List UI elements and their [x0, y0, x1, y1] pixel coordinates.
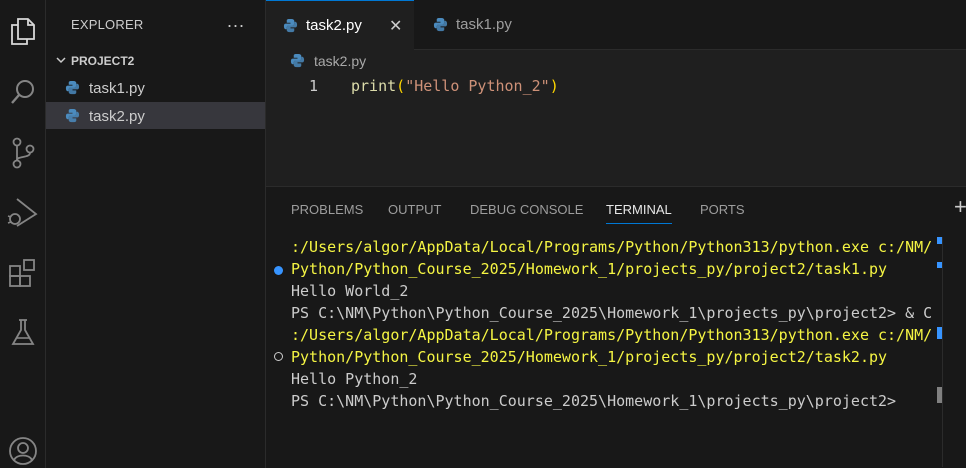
tab-label: task2.py [306, 17, 362, 34]
testing-icon[interactable] [0, 310, 46, 356]
tab-problems[interactable]: PROBLEMS [291, 202, 363, 217]
sidebar-title: EXPLORER [71, 17, 144, 32]
python-file-icon [290, 53, 305, 68]
code-line[interactable]: print("Hello Python_2") [351, 77, 559, 95]
code-token-paren: ( [396, 77, 406, 95]
terminal-line: Hello Python_2 [291, 370, 418, 388]
tab-label: task1.py [456, 16, 512, 33]
code-token-function: print [351, 77, 397, 95]
python-file-icon [65, 108, 80, 123]
scrollbar-marker [937, 327, 942, 339]
tab-terminal[interactable]: TERMINAL [606, 202, 672, 217]
explorer-icon[interactable] [0, 8, 46, 54]
tab-task2[interactable]: task2.py ✕ [266, 0, 414, 50]
code-token-paren: ) [549, 77, 559, 95]
run-debug-icon[interactable] [0, 190, 46, 236]
more-actions-button[interactable]: ... [227, 11, 245, 32]
scrollbar-marker [937, 262, 942, 268]
scrollbar-thumb[interactable] [937, 387, 942, 403]
file-item-task2[interactable]: task2.py [46, 102, 265, 129]
bottom-panel: PROBLEMS OUTPUT DEBUG CONSOLE TERMINAL P… [266, 186, 966, 468]
breadcrumb-file[interactable]: task2.py [314, 53, 366, 69]
terminal-line: :/Users/algor/AppData/Local/Programs/Pyt… [291, 326, 931, 344]
tab-debug-console[interactable]: DEBUG CONSOLE [470, 202, 583, 217]
python-file-icon [283, 18, 298, 33]
scrollbar-marker [937, 237, 942, 244]
terminal-line: PS C:\NM\Python\Python_Course_2025\Homew… [291, 392, 897, 410]
python-file-icon [433, 17, 448, 32]
explorer-sidebar: EXPLORER ... PROJECT2 task1.py task2.py [46, 0, 266, 468]
close-icon[interactable]: ✕ [389, 16, 402, 36]
sidebar-header: EXPLORER ... [46, 0, 265, 50]
tab-ports[interactable]: PORTS [700, 202, 745, 217]
terminal-scrollbar[interactable] [942, 237, 943, 467]
search-icon[interactable] [0, 70, 46, 116]
chevron-down-icon [56, 57, 66, 64]
terminal-line: Hello World_2 [291, 282, 409, 300]
terminal-line: Python/Python_Course_2025/Homework_1/pro… [291, 260, 888, 278]
terminal-line: Python/Python_Course_2025/Homework_1/pro… [291, 348, 888, 366]
code-editor[interactable]: 1 print("Hello Python_2") [266, 72, 966, 186]
account-icon[interactable] [0, 428, 46, 468]
project-folder-label: PROJECT2 [71, 54, 135, 68]
active-tab-indicator [606, 223, 672, 224]
command-decoration[interactable] [274, 352, 283, 361]
command-success-decoration[interactable] [274, 266, 283, 275]
terminal-line: :/Users/algor/AppData/Local/Programs/Pyt… [291, 238, 931, 256]
tab-output[interactable]: OUTPUT [388, 202, 441, 217]
new-terminal-button[interactable]: + [954, 194, 966, 220]
code-token-string: "Hello Python_2" [405, 77, 550, 95]
extensions-icon[interactable] [0, 250, 46, 296]
tab-task1[interactable]: task1.py [416, 0, 564, 50]
terminal-line: PS C:\NM\Python\Python_Course_2025\Homew… [291, 304, 931, 322]
source-control-icon[interactable] [0, 130, 46, 176]
file-item-label: task2.py [89, 108, 145, 125]
editor-tab-bar: task2.py ✕ task1.py [266, 0, 966, 50]
project-folder[interactable]: PROJECT2 [46, 50, 265, 72]
activity-bar [0, 0, 46, 468]
line-number: 1 [309, 77, 319, 95]
file-item-label: task1.py [89, 80, 145, 97]
file-item-task1[interactable]: task1.py [46, 74, 265, 101]
python-file-icon [65, 80, 80, 95]
